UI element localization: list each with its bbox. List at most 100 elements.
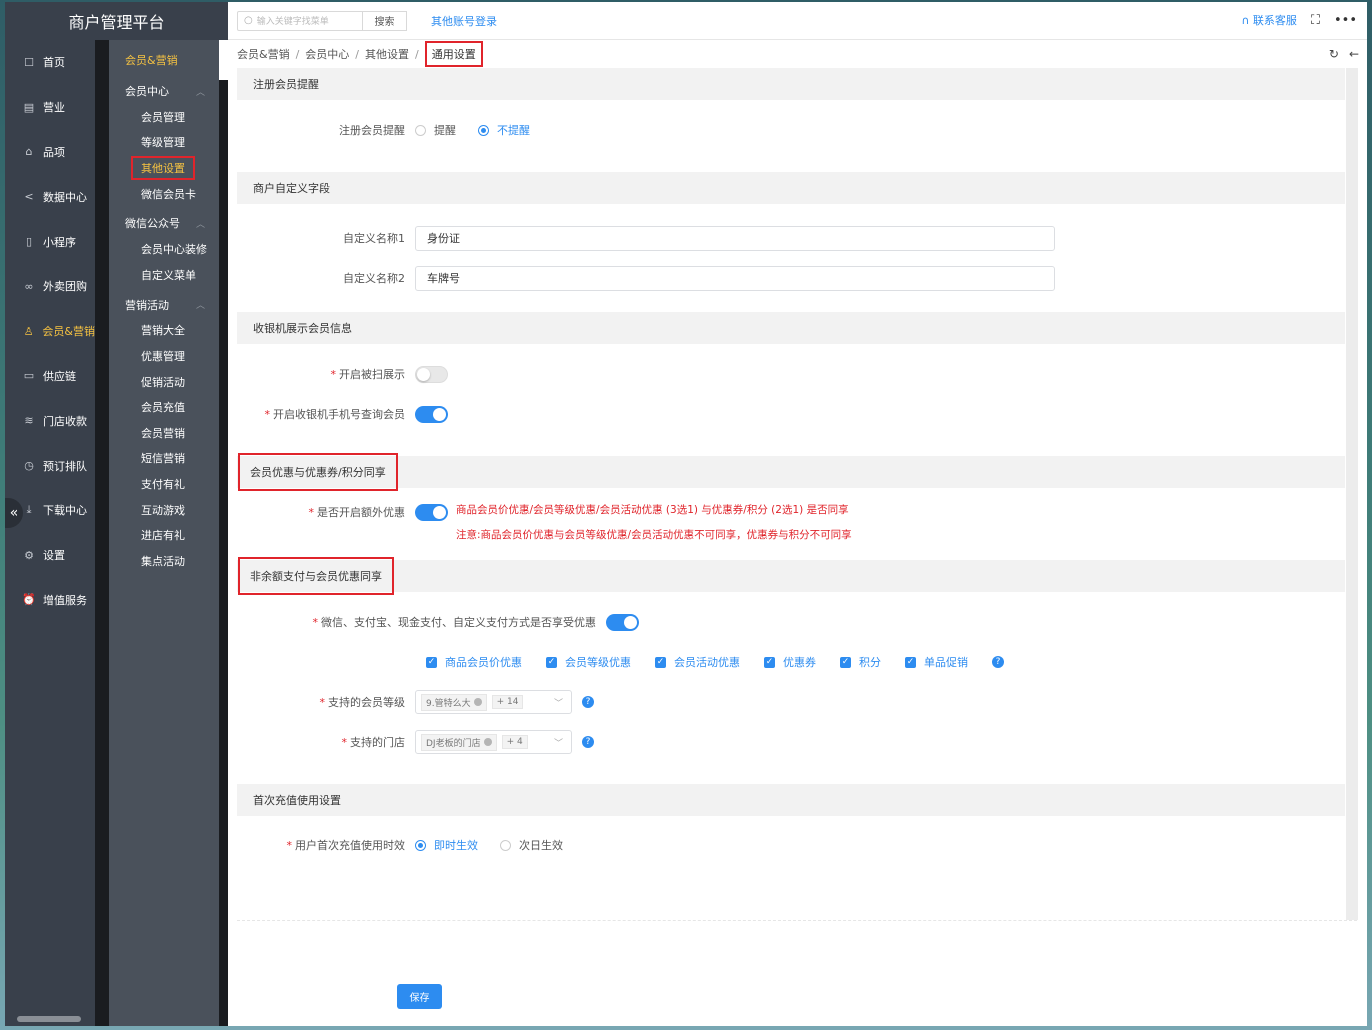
sub-menu-item[interactable]: 等级管理 xyxy=(109,130,219,156)
phone-query-label: * 开启收银机手机号查询会员 xyxy=(264,408,406,421)
section-custom-fields: 商户自定义字段 xyxy=(237,172,1345,204)
breadcrumb-item[interactable]: 会员中心 xyxy=(305,46,349,62)
discount-note-1: 商品会员价优惠/会员等级优惠/会员活动优惠 (3选1) 与优惠券/积分 (2选1… xyxy=(456,504,849,516)
discount-note-2: 注意:商品会员价优惠与会员等级优惠/会员活动优惠不可同享，优惠券与积分不可同享 xyxy=(456,529,852,541)
sub-menu-item-label: 会员中心装修 xyxy=(141,243,207,257)
breadcrumb-item[interactable]: 其他设置 xyxy=(365,46,409,62)
sub-menu-item[interactable]: 自定义菜单 xyxy=(109,262,219,288)
checkbox-label: 优惠券 xyxy=(783,656,816,669)
tag-label: DJ老板的门店 xyxy=(426,738,481,749)
nav-item[interactable]: ♙ 会员&营销 xyxy=(5,309,95,354)
sub-menu-item[interactable]: 短信营销 xyxy=(109,446,219,472)
custom-field-label: 自定义名称2 xyxy=(343,272,405,285)
sub-menu-item[interactable]: 其他设置 xyxy=(109,155,219,181)
discount-type-checkbox[interactable]: ✓ 商品会员价优惠 xyxy=(426,654,522,670)
checkmark-icon: ✓ xyxy=(840,656,851,668)
nav-item[interactable]: < 数据中心 xyxy=(5,174,95,219)
radio-dot xyxy=(500,839,511,851)
radio-remind[interactable]: 提醒 xyxy=(415,122,456,138)
other-account-login-link[interactable]: 其他账号登录 xyxy=(431,13,497,29)
sub-menu-item[interactable]: 会员充值 xyxy=(109,394,219,420)
radio-no-remind[interactable]: 不提醒 xyxy=(478,122,530,138)
sub-menu-item[interactable]: 营销大全 xyxy=(109,318,219,344)
save-button[interactable]: 保存 xyxy=(397,984,442,1009)
selected-tag: DJ老板的门店 xyxy=(421,733,497,751)
member-level-select[interactable]: 9.管特么大 + 14 ﹀ xyxy=(415,690,572,714)
payment-discount-switch[interactable] xyxy=(606,613,639,631)
custom-field-1-input[interactable]: 身份证 xyxy=(415,225,1055,251)
sub-menu-item[interactable]: 集点活动 xyxy=(109,548,219,574)
extra-discount-switch[interactable] xyxy=(415,504,448,521)
discount-type-checkbox[interactable]: ✓ 会员活动优惠 xyxy=(655,654,740,670)
custom-field-2-input[interactable]: 车牌号 xyxy=(415,265,1055,291)
download-icon: ⤓ xyxy=(26,503,32,517)
sub-menu-group[interactable]: 营销活动 ︿ xyxy=(109,292,219,318)
nav-item[interactable]: ⌂ 品项 xyxy=(5,130,95,175)
back-arrow-icon[interactable]: ← xyxy=(1349,47,1359,61)
breadcrumb-item[interactable]: 会员&营销 xyxy=(237,46,290,62)
discount-type-checkbox[interactable]: ✓ 优惠券 xyxy=(764,654,816,670)
nav-item[interactable]: ◷ 预订排队 xyxy=(5,443,95,488)
nav-item[interactable]: ▭ 供应链 xyxy=(5,354,95,399)
refresh-icon[interactable]: ↻ xyxy=(1329,47,1339,61)
help-icon[interactable]: ? xyxy=(582,696,594,708)
nav-item[interactable]: ▤ 营业 xyxy=(5,85,95,130)
sub-menu-item-label: 集点活动 xyxy=(141,554,185,568)
sub-menu-item[interactable]: 会员中心装修 xyxy=(109,236,219,262)
tag-close-icon[interactable] xyxy=(473,698,482,706)
tag-close-icon[interactable] xyxy=(483,738,492,746)
scan-display-text: 开启被扫展示 xyxy=(339,368,405,381)
scan-display-switch[interactable] xyxy=(415,365,448,383)
section-discount-share-title: 会员优惠与优惠券/积分同享 xyxy=(238,453,398,491)
help-icon[interactable]: ? xyxy=(992,656,1004,668)
radio-label: 不提醒 xyxy=(497,124,530,137)
nav-item[interactable]: ☐ 首页 xyxy=(5,40,95,85)
nav-item-label: 品项 xyxy=(43,145,65,159)
payment-discount-row: * 微信、支付宝、现金支付、自定义支付方式是否享受优惠 xyxy=(237,602,1345,642)
store-select[interactable]: DJ老板的门店 + 4 ﹀ xyxy=(415,730,572,754)
sub-menu-group[interactable]: 会员中心 ︿ xyxy=(109,78,219,104)
sub-menu-item[interactable]: 会员管理 xyxy=(109,104,219,130)
member-level-label: * 支持的会员等级 xyxy=(319,696,406,709)
nav-item[interactable]: ≋ 门店收款 xyxy=(5,398,95,443)
radio-immediate[interactable]: 即时生效 xyxy=(415,837,478,853)
search-button[interactable]: 搜索 xyxy=(363,10,407,31)
help-icon[interactable]: ? xyxy=(582,736,594,748)
sidebar-scrollbar[interactable] xyxy=(17,1016,81,1022)
sub-menu-scrollbar[interactable] xyxy=(219,80,228,1026)
sub-menu-item[interactable]: 优惠管理 xyxy=(109,343,219,369)
discount-type-checkbox[interactable]: ✓ 会员等级优惠 xyxy=(546,654,631,670)
sub-menu-item-label: 优惠管理 xyxy=(141,349,185,363)
nav-item[interactable]: ∞ 外卖团购 xyxy=(5,264,95,309)
fullscreen-icon[interactable]: ⛶ xyxy=(1311,13,1320,28)
discount-type-checkbox[interactable]: ✓ 单品促销 xyxy=(905,654,968,670)
sub-menu-group[interactable]: 微信公众号 ︿ xyxy=(109,210,219,236)
checkbox-label: 会员等级优惠 xyxy=(565,656,631,669)
sub-menu-item[interactable]: 支付有礼 xyxy=(109,471,219,497)
sub-menu-item[interactable]: 进店有礼 xyxy=(109,522,219,548)
discount-type-checkbox[interactable]: ✓ 积分 xyxy=(840,654,881,670)
radio-next-day[interactable]: 次日生效 xyxy=(500,837,563,853)
contact-support-link[interactable]: ∩ 联系客服 xyxy=(1241,12,1297,28)
sub-menu-item[interactable]: 促销活动 xyxy=(109,369,219,395)
more-icon[interactable]: ••• xyxy=(1334,13,1357,28)
sub-menu-item[interactable]: 互动游戏 xyxy=(109,497,219,523)
sub-menu-group-label: 微信公众号 xyxy=(125,217,180,231)
chevron-down-icon: ﹀ xyxy=(553,738,563,749)
nav-item-label: 外卖团购 xyxy=(43,280,87,294)
sub-menu-title: 会员&营销 xyxy=(125,54,178,67)
sub-menu-item[interactable]: 会员营销 xyxy=(109,420,219,446)
extra-discount-text: 是否开启额外优惠 xyxy=(317,506,405,519)
checkmark-icon: ✓ xyxy=(905,656,916,668)
checkbox-label: 单品促销 xyxy=(924,656,968,669)
phone-query-switch[interactable] xyxy=(415,405,448,423)
nav-item[interactable]: ▯ 小程序 xyxy=(5,219,95,264)
top-right-tools: ∩ 联系客服 ⛶ ••• xyxy=(1241,12,1357,28)
nav-item-label: 数据中心 xyxy=(43,190,87,204)
content-scrollbar[interactable] xyxy=(1346,68,1358,920)
nav-item[interactable]: ⚙ 设置 xyxy=(5,533,95,578)
nav-item[interactable]: ⏰ 增值服务 xyxy=(5,578,95,623)
menu-search-input[interactable]: ○ 输入关键字找菜单 xyxy=(237,10,363,31)
sub-menu-item-label: 会员管理 xyxy=(141,110,185,124)
sub-menu-item[interactable]: 微信会员卡 xyxy=(109,181,219,207)
